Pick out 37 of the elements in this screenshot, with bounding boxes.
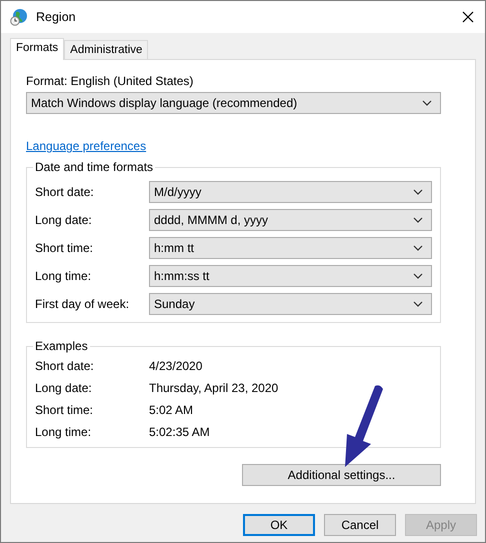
example-value: 4/23/2020 (149, 359, 202, 373)
format-dropdown[interactable]: h:mm:ss tt (149, 265, 432, 287)
example-value: 5:02 AM (149, 403, 194, 417)
format-label: Format: English (United States) (26, 74, 194, 88)
chevron-down-icon (413, 301, 423, 307)
chevron-down-icon (413, 189, 423, 195)
group-title: Examples (34, 339, 89, 353)
field-label: Long time: (35, 269, 92, 283)
dialog-button[interactable]: Cancel (324, 514, 396, 536)
globe-clock-icon (10, 8, 28, 26)
group-title: Date and time formats (34, 160, 154, 174)
example-label: Long time: (35, 425, 92, 439)
example-value: 5:02:35 AM (149, 425, 210, 439)
field-label: Short time: (35, 241, 94, 255)
field-label: First day of week: (35, 297, 130, 311)
window-title: Region (36, 10, 76, 24)
tab[interactable]: Administrative (64, 40, 148, 59)
tab[interactable]: Formats (10, 38, 64, 60)
close-icon[interactable] (461, 10, 475, 24)
chevron-down-icon (413, 217, 423, 223)
dialog-button[interactable]: OK (243, 514, 315, 536)
chevron-down-icon (413, 245, 423, 251)
chevron-down-icon (422, 100, 432, 106)
language-preferences-link[interactable]: Language preferences (26, 139, 146, 153)
format-dropdown[interactable]: M/d/yyyy (149, 181, 432, 203)
format-dropdown[interactable]: Match Windows display language (recommended) (26, 92, 441, 114)
format-dropdown[interactable]: Sunday (149, 293, 432, 315)
format-dropdown[interactable]: dddd, MMMM d, yyyy (149, 209, 432, 231)
example-label: Short date: (35, 359, 95, 373)
example-value: Thursday, April 23, 2020 (149, 381, 278, 395)
field-label: Long date: (35, 213, 93, 227)
format-dropdown[interactable]: h:mm tt (149, 237, 432, 259)
example-label: Long date: (35, 381, 93, 395)
example-label: Short time: (35, 403, 94, 417)
additional-settings-button[interactable]: Additional settings... (242, 464, 441, 486)
chevron-down-icon (413, 273, 423, 279)
field-label: Short date: (35, 185, 95, 199)
